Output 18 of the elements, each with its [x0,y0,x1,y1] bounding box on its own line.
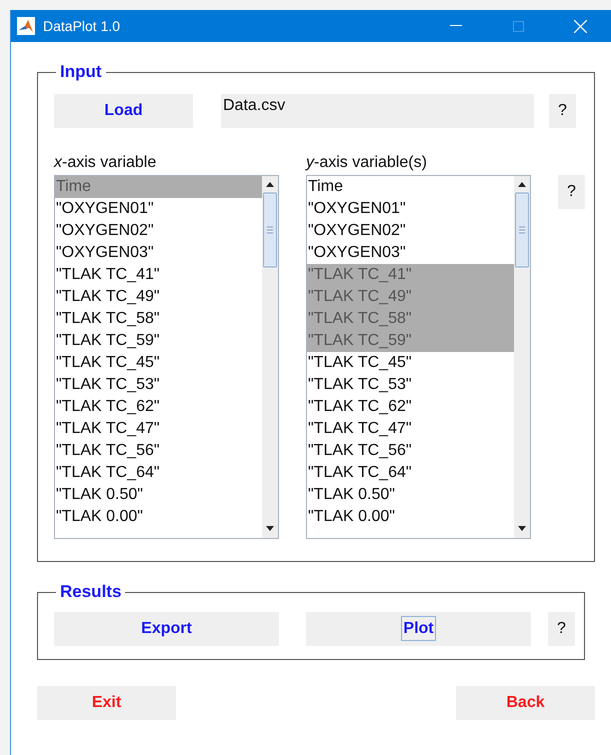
help-button[interactable]: ? [549,94,576,128]
help-button[interactable]: ? [548,612,575,646]
load-button[interactable]: Load [54,94,193,128]
plot-button[interactable]: Plot [306,612,531,646]
panel-title: Input [59,62,103,82]
panel-title: Results [59,582,122,602]
file-name-field: Data.csv [221,94,534,128]
scrollbar[interactable] [514,176,530,538]
app-logo-icon [17,17,35,35]
maximize-icon[interactable] [512,20,524,32]
close-icon[interactable] [574,20,586,32]
list-label: x-axis variable [54,154,158,173]
scrollbar[interactable] [262,176,278,538]
help-button[interactable]: ? [558,175,585,209]
list-label: y-axis variable(s) [306,154,428,173]
minimize-icon[interactable] [450,25,462,27]
export-button[interactable]: Export [54,612,279,646]
window-title: DataPlot 1.0 [43,18,122,34]
